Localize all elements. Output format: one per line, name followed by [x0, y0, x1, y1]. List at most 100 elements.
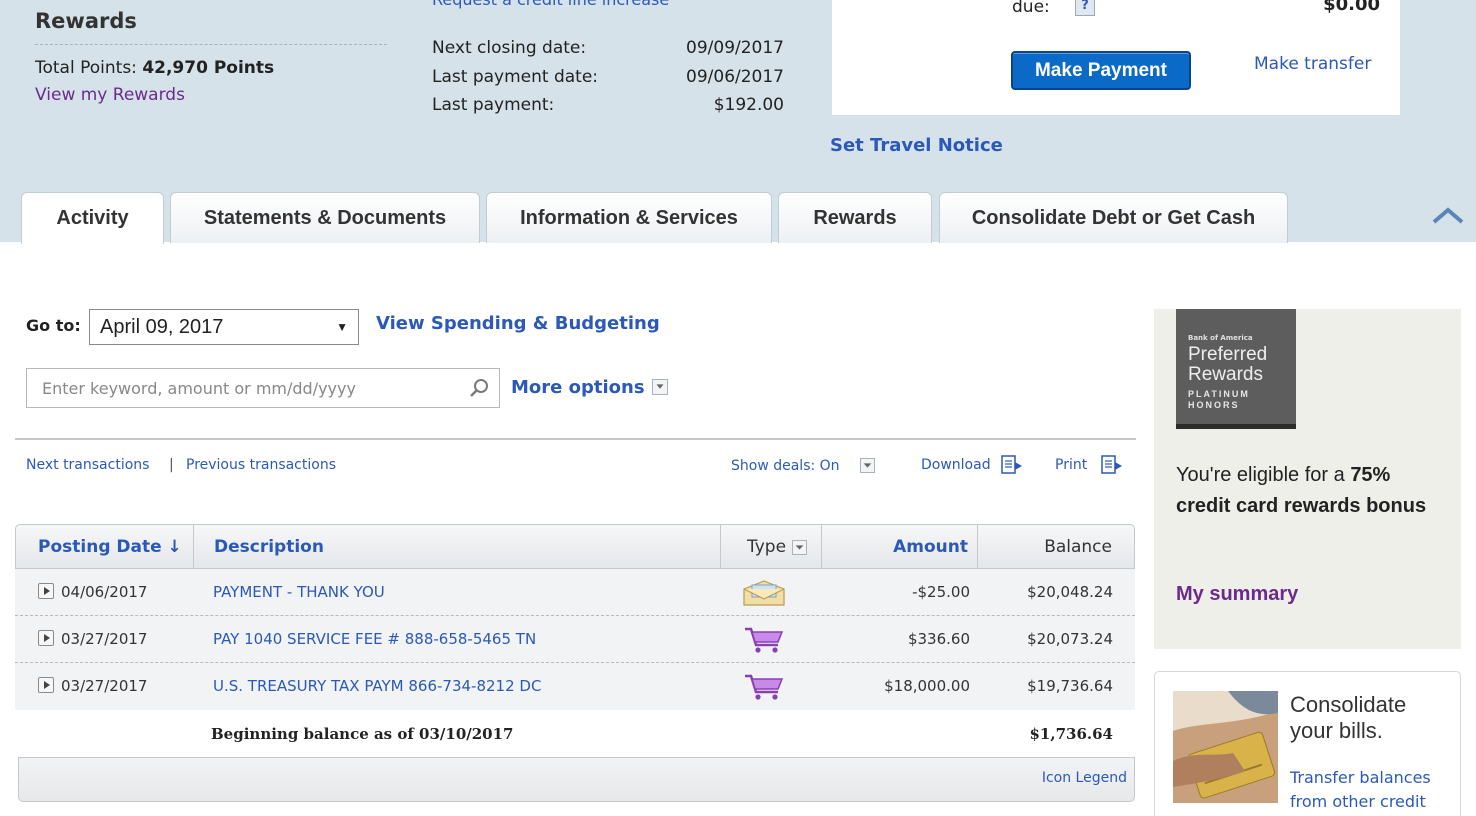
amount-cell: $18,000.00 — [884, 677, 970, 695]
consolidate-title-line-1: Consolidate — [1290, 692, 1407, 717]
logo-bar — [1176, 424, 1296, 429]
balance-cell: $20,048.24 — [1027, 583, 1113, 601]
total-points-label: Total Points: — [35, 58, 137, 78]
view-spending-budgeting-link[interactable]: View Spending & Budgeting — [376, 313, 660, 334]
download-icon[interactable] — [1000, 455, 1024, 475]
balance-cell: $20,073.24 — [1027, 630, 1113, 648]
logo-tier-line-2: HONORS — [1188, 400, 1240, 410]
expand-row-button[interactable] — [38, 630, 54, 646]
last-payment-row: Last payment: $192.00 — [432, 95, 784, 115]
posting-date-cell: 03/27/2017 — [61, 677, 148, 695]
amount-due-value: $0.00 — [1323, 0, 1380, 15]
transfer-balances-line-1: Transfer balances — [1290, 768, 1431, 787]
last-payment-label: Last payment: — [432, 95, 555, 115]
tab-information-services[interactable]: Information & Services — [486, 192, 772, 243]
logo-program-name: Preferred Rewards — [1188, 345, 1267, 385]
tab-rewards[interactable]: Rewards — [778, 192, 932, 243]
type-header[interactable]: Type — [747, 525, 786, 569]
expand-row-button[interactable] — [38, 677, 54, 693]
show-deals-link[interactable]: Show deals: On — [731, 458, 840, 474]
next-transactions-link[interactable]: Next transactions — [26, 457, 149, 473]
rewards-title: Rewards — [35, 9, 137, 33]
consolidate-title-line-2: your bills. — [1290, 718, 1383, 743]
print-icon[interactable] — [1100, 455, 1124, 475]
balance-header: Balance — [1044, 537, 1112, 557]
preferred-rewards-logo: Bank of America Preferred Rewards PLATIN… — [1176, 309, 1296, 429]
credit-card-illustration — [1173, 691, 1278, 803]
transaction-search — [26, 368, 500, 408]
posting-date-cell: 04/06/2017 — [61, 583, 148, 601]
posting-date-cell: 03/27/2017 — [61, 630, 148, 648]
table-row: 03/27/2017 PAY 1040 SERVICE FEE # 888-65… — [15, 616, 1135, 663]
section-divider — [15, 438, 1136, 440]
shopping-cart-icon — [745, 627, 784, 653]
statement-date-select[interactable]: April 09, 2017 ▼ — [89, 309, 359, 345]
logo-bank-name: Bank of America — [1188, 334, 1253, 342]
logo-line-2: Rewards — [1188, 364, 1263, 385]
description-link[interactable]: PAY 1040 SERVICE FEE # 888-658-5465 TN — [213, 616, 536, 663]
tab-activity[interactable]: Activity — [21, 192, 164, 244]
print-link[interactable]: Print — [1055, 457, 1087, 473]
posting-date-header[interactable]: Posting Date ↓ — [38, 525, 182, 569]
total-points: Total Points: 42,970 Points — [35, 58, 274, 78]
next-closing-date-value: 09/09/2017 — [686, 38, 784, 58]
envelope-payment-icon — [743, 580, 785, 606]
chevron-up-icon[interactable] — [1432, 206, 1464, 224]
next-closing-date-row: Next closing date: 09/09/2017 — [432, 38, 784, 58]
amount-header[interactable]: Amount — [893, 525, 968, 569]
logo-tier-line-1: PLATINUM — [1188, 389, 1250, 399]
request-credit-increase-link[interactable]: Request a credit line increase — [432, 0, 669, 9]
type-cell — [739, 569, 789, 616]
download-link[interactable]: Download — [921, 457, 991, 473]
set-travel-notice-link[interactable]: Set Travel Notice — [830, 135, 1003, 156]
total-points-value: 42,970 Points — [142, 58, 275, 78]
chevron-down-icon[interactable] — [792, 540, 807, 555]
promo-text: You're eligible for a 75% credit card re… — [1176, 460, 1446, 522]
table-row: 03/27/2017 U.S. TREASURY TAX PAYM 866-73… — [15, 663, 1135, 710]
beginning-balance-label: Beginning balance as of 03/10/2017 — [211, 725, 514, 743]
logo-tier: PLATINUM HONORS — [1188, 389, 1250, 411]
consolidate-title: Consolidate your bills. — [1290, 692, 1406, 744]
transaction-search-input[interactable] — [27, 369, 457, 407]
amount-cell: -$25.00 — [912, 583, 970, 601]
table-row: 04/06/2017 PAYMENT - THANK YOU -$25.00 $… — [15, 569, 1135, 616]
balance-cell: $19,736.64 — [1027, 677, 1113, 695]
icon-legend-link[interactable]: Icon Legend — [1042, 770, 1127, 786]
link-separator: | — [169, 457, 174, 473]
tab-consolidate-debt[interactable]: Consolidate Debt or Get Cash — [939, 192, 1288, 243]
view-rewards-link[interactable]: View my Rewards — [35, 85, 185, 105]
beginning-balance-value: $1,736.64 — [1029, 725, 1113, 743]
next-closing-date-label: Next closing date: — [432, 38, 587, 58]
my-summary-link[interactable]: My summary — [1176, 583, 1298, 606]
chevron-down-icon: ▼ — [336, 320, 348, 334]
description-header[interactable]: Description — [214, 525, 324, 569]
last-payment-date-label: Last payment date: — [432, 67, 599, 87]
previous-transactions-link[interactable]: Previous transactions — [186, 457, 336, 473]
table-header: Posting Date ↓ Description Type Amount B… — [15, 524, 1135, 569]
make-transfer-link[interactable]: Make transfer — [1254, 54, 1371, 74]
more-options-link[interactable]: More options — [511, 377, 645, 398]
description-link[interactable]: PAYMENT - THANK YOU — [213, 569, 385, 616]
beginning-balance-row: Beginning balance as of 03/10/2017 $1,73… — [15, 710, 1135, 758]
description-link[interactable]: U.S. TREASURY TAX PAYM 866-734-8212 DC — [213, 663, 541, 710]
table-footer: Icon Legend — [18, 757, 1135, 802]
chevron-down-icon[interactable] — [860, 458, 875, 473]
preferred-rewards-promo: Bank of America Preferred Rewards PLATIN… — [1154, 309, 1461, 649]
credit-card-photo — [1173, 691, 1278, 803]
help-icon[interactable]: ? — [1075, 0, 1095, 16]
expand-row-button[interactable] — [38, 583, 54, 599]
account-tabs: Activity Statements & Documents Informat… — [0, 190, 1476, 244]
promo-text-prefix: You're eligible for a — [1176, 464, 1351, 486]
logo-line-1: Preferred — [1188, 344, 1268, 365]
chevron-down-icon[interactable] — [652, 379, 668, 395]
payment-panel: due: ? $0.00 Make Payment Make transfer — [832, 0, 1400, 115]
transfer-balances-link[interactable]: Transfer balances from other credit — [1290, 766, 1450, 814]
make-payment-button[interactable]: Make Payment — [1011, 51, 1191, 90]
last-payment-value: $192.00 — [713, 95, 784, 115]
last-payment-date-value: 09/06/2017 — [686, 67, 784, 87]
amount-due-label: due: — [1012, 0, 1050, 17]
search-icon[interactable] — [469, 378, 489, 398]
type-cell — [739, 616, 789, 663]
type-cell — [739, 663, 789, 710]
tab-statements-documents[interactable]: Statements & Documents — [170, 192, 480, 243]
